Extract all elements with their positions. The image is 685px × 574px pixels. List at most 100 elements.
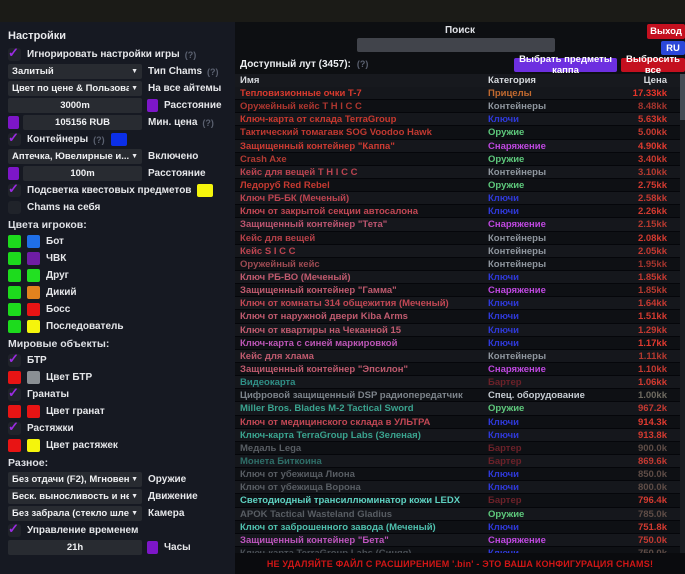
table-row[interactable]: Miller Bros. Blades M-2 Tactical SwordОр…	[235, 402, 680, 415]
table-row[interactable]: Цифровой защищенный DSP радиопередатчикС…	[235, 389, 680, 402]
dropdown-включено[interactable]: Аптечка, Ювелирные и...▼	[8, 149, 142, 164]
item-price: 2.75kk	[605, 180, 680, 191]
table-row[interactable]: Crash AxeОружие3.40kk	[235, 153, 680, 166]
color-swatch-chams[interactable]	[27, 371, 40, 384]
value-input-расстояние[interactable]: 100m	[23, 166, 142, 181]
color-swatch[interactable]	[197, 184, 213, 197]
table-row[interactable]: Кейс для вещей T H I C CКонтейнеры3.10kk	[235, 166, 680, 179]
dropdown-камера[interactable]: Без забрала (стекло шлема)▼	[8, 506, 142, 521]
color-swatch-chams[interactable]	[27, 252, 40, 265]
table-row[interactable]: Защищенный контейнер "Каппа"Снаряжение4.…	[235, 140, 680, 153]
scrollbar-thumb[interactable]	[680, 74, 685, 120]
value-input-мин-цена[interactable]: 105156 RUB	[23, 115, 142, 130]
table-row[interactable]: Оружейный кейсКонтейнеры1.95kk	[235, 258, 680, 271]
checkbox-игнорировать-настройки-игры[interactable]: ✓	[8, 48, 21, 61]
checkbox-chams-на-себя[interactable]	[8, 201, 21, 214]
dropdown-на-все-айтемы[interactable]: Цвет по цене & Пользователь▼	[8, 81, 142, 96]
value-input-расстояние[interactable]: 3000m	[8, 98, 142, 113]
table-row[interactable]: Защищенный контейнер "Тета"Снаряжение2.1…	[235, 218, 680, 231]
chevron-down-icon: ▼	[131, 493, 138, 500]
settings-row-оружие: Без отдачи (F2), Мгновенное п▼Оружие	[8, 471, 235, 488]
checkbox-управление-временем[interactable]: ✓	[8, 524, 21, 537]
table-row[interactable]: APOK Tactical Wasteland GladiusОружие785…	[235, 508, 680, 521]
column-header-category[interactable]: Категория	[488, 75, 605, 86]
color-swatch-visible[interactable]	[8, 269, 21, 282]
checkbox-бтр[interactable]: ✓	[8, 354, 21, 367]
table-row[interactable]: Тепловизионные очки T-7Прицелы17.33kk	[235, 87, 680, 100]
drop-all-button[interactable]: Выбросить все	[621, 58, 685, 72]
table-row[interactable]: Ключ от закрытой секции автосалонаКлючи2…	[235, 205, 680, 218]
table-row[interactable]: Ключ-карта от склада TerraGroupКлючи5.63…	[235, 113, 680, 126]
table-row[interactable]: Кейс для хламаКонтейнеры1.11kk	[235, 350, 680, 363]
input-label: Часы	[164, 542, 191, 553]
table-row[interactable]: Ледоруб Red RebelОружие2.75kk	[235, 179, 680, 192]
color-swatch-visible[interactable]	[8, 371, 21, 384]
table-row[interactable]: Ключ от медицинского склада в УЛЬТРАКлюч…	[235, 416, 680, 429]
color-swatch[interactable]	[8, 167, 19, 180]
color-swatch-chams[interactable]	[27, 269, 40, 282]
color-swatch-visible[interactable]	[8, 252, 21, 265]
color-swatch-chams[interactable]	[27, 439, 40, 452]
table-row[interactable]: Ключ от убежища ЛионаКлючи850.0k	[235, 468, 680, 481]
checkbox-контейнеры[interactable]: ✓	[8, 133, 21, 146]
dropdown-value: Без отдачи (F2), Мгновенное п	[12, 474, 129, 485]
dropdown-движение[interactable]: Беск. выносливость и нет уста▼	[8, 489, 142, 504]
dropdown-тип-chams[interactable]: Залитый▼	[8, 64, 142, 79]
table-row[interactable]: Защищенный контейнер "Эпсилон"Снаряжение…	[235, 363, 680, 376]
item-name: Кейс для вещей T H I C C	[235, 167, 488, 178]
color-swatch-visible[interactable]	[8, 320, 21, 333]
checkbox-растяжки[interactable]: ✓	[8, 422, 21, 435]
color-swatch-visible[interactable]	[8, 303, 21, 316]
color-swatch-visible[interactable]	[8, 235, 21, 248]
search-input[interactable]	[357, 38, 555, 52]
table-row[interactable]: Кейс S I C CКонтейнеры2.05kk	[235, 245, 680, 258]
color-swatch-visible[interactable]	[8, 286, 21, 299]
table-row[interactable]: Защищенный контейнер "Бета"Снаряжение750…	[235, 534, 680, 547]
color-swatch[interactable]	[147, 99, 158, 112]
color-swatch-chams[interactable]	[27, 405, 40, 418]
color-swatch-chams[interactable]	[27, 303, 40, 316]
table-row[interactable]: Кейс для вещейКонтейнеры2.08kk	[235, 232, 680, 245]
item-price: 8.48kk	[605, 101, 680, 112]
color-swatch[interactable]	[147, 541, 158, 554]
table-row[interactable]: Ключ от убежища ВоронаКлючи800.0k	[235, 481, 680, 494]
table-row[interactable]: Ключ-карта TerraGroup Labs (Зеленая)Ключ…	[235, 429, 680, 442]
table-row[interactable]: Оружейный кейс T H I C CКонтейнеры8.48kk	[235, 100, 680, 113]
table-row[interactable]: Ключ РБ-БК (Меченый)Ключи2.58kk	[235, 192, 680, 205]
column-header-name[interactable]: Имя	[235, 75, 488, 86]
item-price: 2.58kk	[605, 193, 680, 204]
checkbox-подсветка-квестовых-предметов[interactable]: ✓	[8, 184, 21, 197]
table-row[interactable]: Ключ-карта с синей маркировкойКлючи1.17k…	[235, 337, 680, 350]
value-input-часы[interactable]: 21h	[8, 540, 142, 555]
table-row[interactable]: ВидеокартаБартер1.06kk	[235, 376, 680, 389]
item-name: Защищенный контейнер "Эпсилон"	[235, 364, 488, 375]
table-row[interactable]: Ключ от квартиры на Чеканной 15Ключи1.29…	[235, 324, 680, 337]
select-kappa-items-button[interactable]: Выбрать предметы каппа	[514, 58, 617, 72]
column-header-price[interactable]: Цена	[605, 75, 680, 86]
color-swatch[interactable]	[8, 116, 19, 129]
item-category: Бартер	[488, 443, 605, 454]
table-row[interactable]: Тактический томагавк SOG Voodoo HawkОруж…	[235, 126, 680, 139]
color-swatch-visible[interactable]	[8, 439, 21, 452]
color-swatch[interactable]	[111, 133, 127, 146]
table-row[interactable]: Ключ от заброшенного завода (Меченый)Клю…	[235, 521, 680, 534]
color-swatch-chams[interactable]	[27, 235, 40, 248]
table-row[interactable]: Ключ от наружной двери Kiba ArmsКлючи1.5…	[235, 310, 680, 323]
section-label: Разное:	[8, 457, 48, 469]
table-row[interactable]: Светодиодный трансиллюминатор кожи LEDXБ…	[235, 494, 680, 507]
table-row[interactable]: Ключ от комнаты 314 общежития (Меченый)К…	[235, 297, 680, 310]
table-row[interactable]: Монета БиткоинаБартер869.6k	[235, 455, 680, 468]
table-row[interactable]: Защищенный контейнер "Гамма"Снаряжение1.…	[235, 284, 680, 297]
language-button[interactable]: RU	[661, 41, 685, 55]
table-row[interactable]: Медаль LegaБартер900.0k	[235, 442, 680, 455]
dropdown-оружие[interactable]: Без отдачи (F2), Мгновенное п▼	[8, 472, 142, 487]
exit-button[interactable]: Выход	[647, 24, 685, 39]
checkbox-гранаты[interactable]: ✓	[8, 388, 21, 401]
item-name: Crash Axe	[235, 154, 488, 165]
dropdown-value: Без забрала (стекло шлема)	[12, 508, 129, 519]
table-row[interactable]: Ключ РБ-ВО (Меченый)Ключи1.85kk	[235, 271, 680, 284]
item-category: Ключи	[488, 469, 605, 480]
color-swatch-chams[interactable]	[27, 320, 40, 333]
color-swatch-visible[interactable]	[8, 405, 21, 418]
color-swatch-chams[interactable]	[27, 286, 40, 299]
